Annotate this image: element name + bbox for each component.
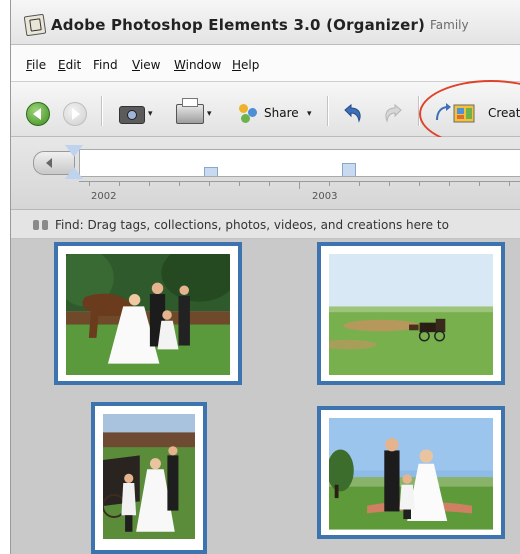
photo-thumbnail[interactable]: [54, 242, 242, 385]
camera-icon[interactable]: [119, 106, 145, 124]
camera-dropdown-caret[interactable]: ▾: [148, 109, 153, 119]
timeline-year-label: 2003: [312, 191, 338, 202]
menu-help[interactable]: Help: [232, 58, 259, 72]
timeline-year-label: 2002: [91, 191, 117, 202]
app-icon: [23, 13, 47, 37]
photo-thumbnail[interactable]: [91, 402, 207, 554]
timeline-track[interactable]: [79, 149, 520, 177]
window-subtitle: Family: [430, 18, 469, 32]
timeline-marker[interactable]: [65, 145, 83, 179]
wedding-carriage-photo: [103, 414, 195, 540]
share-icon[interactable]: [237, 102, 259, 124]
toolbar-separator: [327, 96, 329, 126]
window-title: Adobe Photoshop Elements 3.0 (Organizer): [51, 16, 426, 34]
carriage-field-photo: [329, 254, 493, 376]
redo-icon[interactable]: [381, 102, 405, 124]
undo-icon[interactable]: [341, 102, 365, 124]
print-dropdown-caret[interactable]: ▾: [207, 109, 212, 119]
menu-edit[interactable]: Edit: [58, 58, 81, 72]
share-button[interactable]: Share: [264, 106, 299, 120]
menu-view[interactable]: View: [132, 58, 160, 72]
toolbar-separator: [101, 96, 103, 126]
print-icon[interactable]: [176, 98, 204, 124]
photo-thumbnail[interactable]: [317, 406, 505, 539]
find-bar-text: Find: Drag tags, collections, photos, vi…: [55, 218, 449, 232]
menu-bar: File Edit Find View Window Help: [11, 45, 520, 82]
timeline: 2002 2003: [11, 137, 520, 210]
find-bar[interactable]: Find: Drag tags, collections, photos, vi…: [11, 210, 520, 239]
wedding-couple-photo: [329, 418, 493, 530]
binoculars-icon: [33, 218, 49, 230]
menu-window[interactable]: Window: [174, 58, 221, 72]
timeline-bar[interactable]: [204, 167, 218, 176]
photo-thumbnail[interactable]: [317, 242, 505, 385]
toolbar: ▾ ▾ Share ▾ Create: [11, 80, 520, 148]
photo-grid: [11, 239, 520, 554]
menu-file[interactable]: File: [26, 58, 46, 72]
timeline-bar[interactable]: [342, 163, 356, 176]
share-dropdown-caret[interactable]: ▾: [307, 109, 312, 119]
wedding-horse-photo: [66, 254, 230, 376]
title-bar: Adobe Photoshop Elements 3.0 (Organizer)…: [11, 0, 520, 45]
menu-find[interactable]: Find: [93, 58, 118, 72]
organizer-window: Adobe Photoshop Elements 3.0 (Organizer)…: [10, 0, 520, 554]
back-icon[interactable]: [26, 102, 50, 126]
timeline-ruler: [79, 181, 520, 190]
forward-icon[interactable]: [63, 102, 87, 126]
